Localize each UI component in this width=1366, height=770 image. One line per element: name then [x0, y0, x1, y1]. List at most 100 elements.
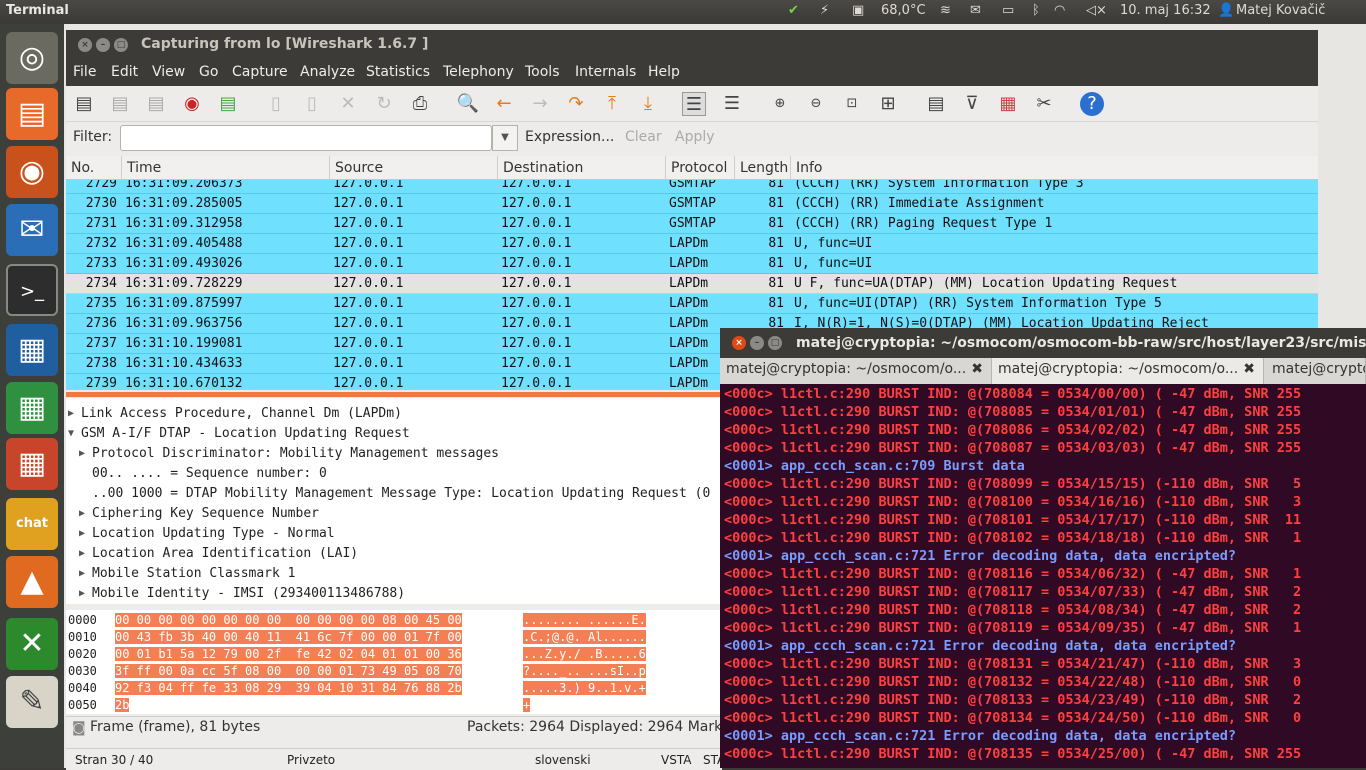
expand-arrow-icon[interactable]: ▶	[79, 508, 85, 519]
detail-line[interactable]: Protocol Discriminator: Mobility Managem…	[92, 446, 499, 461]
files-icon[interactable]: ▤	[6, 88, 58, 140]
maximize-icon[interactable]: □	[768, 336, 782, 350]
filter-input[interactable]	[120, 125, 492, 151]
packet-row[interactable]: 2734 16:31:09.728229 127.0.0.1 127.0.0.1 LAP…	[66, 274, 1318, 294]
expand-arrow-icon[interactable]: ▶	[79, 528, 85, 539]
close-icon[interactable]: ×	[78, 38, 92, 52]
last-packet-icon[interactable]: ⤓	[636, 92, 660, 116]
detail-line[interactable]: Mobile Station Classmark 1	[92, 566, 296, 581]
bluetooth-icon[interactable]: ᛒ	[1032, 3, 1040, 18]
packet-row[interactable]: 2732 16:31:09.405488 127.0.0.1 127.0.0.1 LAP…	[66, 234, 1318, 254]
column-time[interactable]: Time	[127, 160, 161, 176]
pane-divider[interactable]	[66, 392, 722, 397]
column-protocol[interactable]: Protocol	[671, 160, 727, 176]
temperature-readout[interactable]: 68,0°C	[881, 3, 926, 18]
menu-statistics[interactable]: Statistics	[366, 64, 430, 80]
auto-scroll-icon[interactable]: ☰	[720, 92, 744, 116]
terminal-icon[interactable]: >_	[6, 264, 58, 316]
menu-file[interactable]: File	[73, 64, 96, 80]
wireshark-titlebar[interactable]: × – □ Capturing from lo [Wireshark 1.6.7…	[66, 30, 1318, 60]
stop-capture-icon[interactable]: ◉	[180, 92, 204, 116]
hex-ascii[interactable]: ...Z.y./ .B.....6	[523, 647, 646, 661]
mail-icon[interactable]: ✉	[970, 3, 981, 18]
firefox-icon[interactable]: ◉	[6, 146, 58, 198]
clear-button[interactable]: Clear	[625, 129, 662, 145]
terminal-output[interactable]: <000c> l1ctl.c:290 BURST IND: @(708084 =…	[724, 386, 1366, 768]
packet-row[interactable]: 2729 16:31:09.206373 127.0.0.1 127.0.0.1 GSM…	[66, 180, 1318, 194]
text-editor-icon[interactable]: ✎	[6, 676, 58, 728]
detail-line[interactable]: Link Access Procedure, Channel Dm (LAPDm…	[81, 406, 402, 421]
clock[interactable]: 10. maj 16:32	[1120, 3, 1211, 18]
close-file-icon[interactable]: ✕	[336, 92, 360, 116]
expand-arrow-icon[interactable]: ▶	[68, 408, 74, 419]
go-to-packet-icon[interactable]: ↷	[564, 92, 588, 116]
close-icon[interactable]: ×	[732, 336, 746, 350]
expert-info-icon[interactable]: ◙	[72, 720, 86, 736]
capture-options-icon[interactable]: ▤	[108, 92, 132, 116]
terminal-tab-1[interactable]: matej@cryptopia: ~/osmocom/o... ✖	[720, 358, 992, 384]
column-source[interactable]: Source	[335, 160, 383, 176]
column-length[interactable]: Length	[740, 160, 788, 176]
x-app-icon[interactable]: ✕	[6, 618, 58, 670]
hex-bytes[interactable]: 00 01 b1 5a 12 79 00 2f fe 42 02 04 01 0…	[115, 647, 462, 661]
resize-columns-icon[interactable]: ⊞	[876, 92, 900, 116]
apply-button[interactable]: Apply	[675, 129, 715, 145]
hex-ascii[interactable]: .C.;@.@. Al......	[523, 630, 646, 644]
hex-bytes[interactable]: 3f ff 00 0a cc 5f 08 00 00 00 01 73 49 0…	[115, 664, 462, 678]
packet-row[interactable]: 2733 16:31:09.493026 127.0.0.1 127.0.0.1 LAP…	[66, 254, 1318, 274]
menu-edit[interactable]: Edit	[111, 64, 138, 80]
terminal-titlebar[interactable]: × – □ matej@cryptopia: ~/osmocom/osmocom…	[720, 328, 1366, 358]
impress-icon[interactable]: ▦	[6, 438, 58, 490]
expand-arrow-icon[interactable]: ▼	[68, 428, 74, 439]
maximize-icon[interactable]: □	[114, 38, 128, 52]
column-no[interactable]: No.	[71, 160, 94, 176]
volume-icon[interactable]: ◁×	[1086, 3, 1107, 18]
hex-bytes[interactable]: 00 43 fb 3b 40 00 40 11 41 6c 7f 00 00 0…	[115, 630, 462, 644]
filter-dropdown-icon[interactable]: ▼	[492, 125, 518, 151]
menu-tools[interactable]: Tools	[525, 64, 560, 80]
update-check-icon[interactable]: ✔	[788, 3, 799, 18]
terminal-tab-3[interactable]: matej@cryptop	[1266, 358, 1366, 384]
hex-ascii[interactable]: +	[523, 698, 531, 712]
interfaces-icon[interactable]: ▤	[72, 92, 96, 116]
thunderbird-icon[interactable]: ✉	[6, 204, 58, 256]
menu-capture[interactable]: Capture	[232, 64, 288, 80]
packet-row[interactable]: 2731 16:31:09.312958 127.0.0.1 127.0.0.1 GSM…	[66, 214, 1318, 234]
close-tab-icon[interactable]: ✖	[1243, 361, 1255, 377]
display-filters-icon[interactable]: ⊽	[960, 92, 984, 116]
hex-ascii[interactable]: ........ ......E.	[523, 613, 646, 627]
wifi-icon[interactable]: ◠	[1054, 3, 1065, 18]
normal-size-icon[interactable]: ⊡	[840, 92, 864, 116]
menu-telephony[interactable]: Telephony	[443, 64, 514, 80]
sensor-icon[interactable]: ▣	[852, 3, 864, 18]
preferences-icon[interactable]: ✂	[1032, 92, 1056, 116]
zoom-in-icon[interactable]: ⊕	[768, 92, 792, 116]
detail-line[interactable]: Location Area Identification (LAI)	[92, 546, 358, 561]
column-info[interactable]: Info	[796, 160, 823, 176]
detail-line[interactable]: Mobile Identity - IMSI (293400113486788)	[92, 586, 405, 601]
software-center-icon[interactable]: ▲	[6, 556, 58, 608]
expand-arrow-icon[interactable]: ▶	[79, 588, 85, 599]
save-file-icon[interactable]: ▯	[300, 92, 324, 116]
detail-line[interactable]: ..00 1000 = DTAP Mobility Management Mes…	[92, 486, 710, 501]
user-icon[interactable]: 👤	[1218, 3, 1234, 18]
start-capture-icon[interactable]: ▤	[144, 92, 168, 116]
menu-view[interactable]: View	[152, 64, 185, 80]
terminal-tab-2[interactable]: matej@cryptopia: ~/osmocom/o... ✖	[992, 358, 1264, 384]
coloring-rules-icon[interactable]: ▦	[996, 92, 1020, 116]
zoom-out-icon[interactable]: ⊖	[804, 92, 828, 116]
hex-ascii[interactable]: .....3.) 9..1.v.+	[523, 681, 646, 695]
hex-ascii[interactable]: ?...._.. ...sI..p	[523, 664, 646, 678]
go-back-icon[interactable]: ←	[492, 92, 516, 116]
menu-internals[interactable]: Internals	[575, 64, 636, 80]
menu-analyze[interactable]: Analyze	[300, 64, 355, 80]
column-destination[interactable]: Destination	[503, 160, 583, 176]
colorize-icon[interactable]: ☰	[682, 92, 706, 116]
chat-icon[interactable]: chat	[6, 498, 58, 550]
calc-icon[interactable]: ▦	[6, 382, 58, 434]
expand-arrow-icon[interactable]: ▶	[79, 568, 85, 579]
detail-line[interactable]: Ciphering Key Sequence Number	[92, 506, 319, 521]
hex-bytes[interactable]: 2b	[115, 698, 130, 712]
minimize-icon[interactable]: –	[750, 336, 764, 350]
first-packet-icon[interactable]: ⤒	[600, 92, 624, 116]
